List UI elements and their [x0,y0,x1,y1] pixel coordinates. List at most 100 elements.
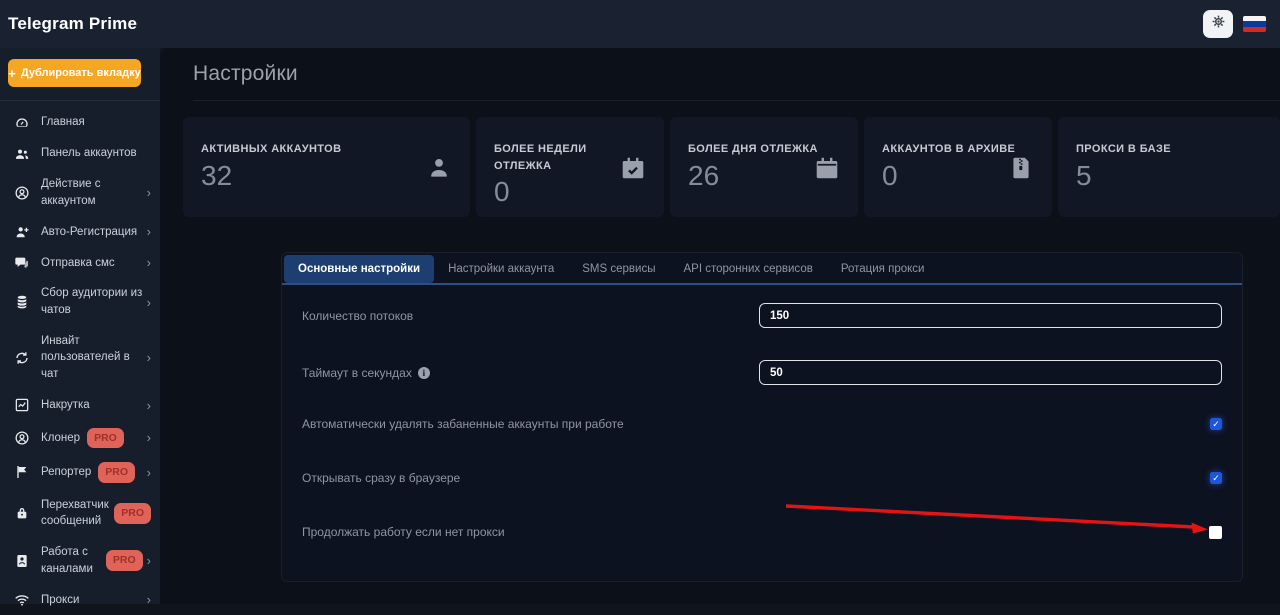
calendar-check-icon [620,155,646,186]
tab-nastroyki-akkaunta[interactable]: Настройки аккаунта [434,255,568,283]
field-label: Количество потоков [302,309,413,323]
chevron-right-icon: › [147,224,151,239]
field-label-text: Таймаут в секундах [302,366,412,380]
database-icon [13,294,30,311]
sidebar-item-label: Отправка смс [41,255,115,272]
sidebar-item-invait-polzovateley[interactable]: Инвайт пользователей в чат › [0,326,160,390]
tab-rotaciya-proksi[interactable]: Ротация прокси [827,255,939,283]
gear-icon [1211,14,1226,34]
pro-badge: PRO [114,503,151,524]
pro-badge: PRO [87,428,124,449]
users-icon [13,145,30,162]
stat-card-proxies: ПРОКСИ В БАЗЕ 5 [1058,117,1280,217]
timeout-seconds-input[interactable] [759,360,1222,385]
sidebar-item-panel-akkauntov[interactable]: Панель аккаунтов [0,138,160,169]
sidebar-item-label: Работа с каналами [41,544,106,577]
sidebar-item-label: Перехватчик сообщений [41,497,114,530]
russian-flag-language-switch[interactable] [1243,16,1266,32]
sidebar-item-nakrutka[interactable]: Накрутка › [0,390,160,421]
chat-icon [13,254,30,271]
continue-without-proxy-checkbox[interactable]: ✓ [1209,526,1222,539]
chevron-right-icon: › [147,255,151,270]
check-icon: ✓ [1212,420,1220,429]
page-header: Настройки [160,48,1280,100]
sidebar-item-label: Инвайт пользователей в чат [41,333,143,383]
stat-label: АКТИВНЫХ АККАУНТОВ [201,141,351,158]
sidebar-item-label: Действие с аккаунтом [41,176,143,209]
stats-row: АКТИВНЫХ АККАУНТОВ 32 БОЛЕЕ НЕДЕЛИ ОТЛЕЖ… [183,117,1280,217]
sidebar: + Дублировать вкладку Главная Панель акк… [0,48,160,604]
sidebar-item-kloner[interactable]: Клонер PRO › [0,421,160,456]
toggle-label: Автоматически удалять забаненные аккаунт… [302,417,624,431]
sidebar-item-avto-registraciya[interactable]: Авто-Регистрация › [0,216,160,247]
sidebar-item-label: Авто-Регистрация [41,224,137,241]
settings-tabs: Основные настройки Настройки аккаунта SM… [282,253,1242,285]
sidebar-item-otpravka-sms[interactable]: Отправка смс › [0,247,160,278]
stat-card-day-rest: БОЛЕЕ ДНЯ ОТЛЕЖКА 26 [670,117,858,217]
sidebar-item-glavnaya[interactable]: Главная [0,107,160,138]
sidebar-item-label: Главная [41,114,85,131]
chevron-right-icon: › [147,350,151,365]
threads-count-input[interactable] [759,303,1222,328]
info-icon[interactable]: i [418,367,430,379]
user-circle-icon [13,429,30,446]
chevron-right-icon: › [147,592,151,607]
page-title: Настройки [193,62,298,86]
stat-value: 32 [201,160,454,192]
main-panel: Настройки АКТИВНЫХ АККАУНТОВ 32 БОЛЕЕ НЕ… [160,48,1280,604]
stat-value: 5 [1076,160,1264,192]
person-icon [426,155,452,186]
sidebar-item-reporter[interactable]: Репортер PRO › [0,455,160,490]
sidebar-item-label: Прокси [41,592,79,609]
zip-file-icon [1008,155,1034,186]
chevron-right-icon: › [147,398,151,413]
journal-icon [13,552,30,569]
sidebar-item-proksi[interactable]: Прокси › [0,584,160,615]
tab-osnovnye-nastroyki[interactable]: Основные настройки [284,255,434,283]
autodelete-banned-checkbox[interactable]: ✓ [1210,418,1222,430]
field-label: Таймаут в секундах i [302,366,430,380]
sidebar-item-rabota-s-kanalami[interactable]: Работа с каналами PRO › [0,537,160,584]
sidebar-item-label: Накрутка [41,397,90,414]
stat-card-active-accounts: АКТИВНЫХ АККАУНТОВ 32 [183,117,470,217]
user-plus-icon [13,223,30,240]
user-circle-icon [13,184,30,201]
chevron-right-icon: › [147,295,151,310]
app-title: Telegram Prime [8,14,137,34]
chevron-right-icon: › [147,430,151,445]
toggle-row-open-in-browser: Открывать сразу в браузере ✓ [302,471,1222,485]
duplicate-tab-button[interactable]: + Дублировать вкладку [8,59,141,87]
toggle-row-autodelete-banned: Автоматически удалять забаненные аккаунт… [302,417,1222,431]
sidebar-item-label: Репортер [41,464,91,481]
pro-badge: PRO [98,462,135,483]
chevron-right-icon: › [147,185,151,200]
tab-sms-servisy[interactable]: SMS сервисы [568,255,669,283]
stat-card-week-rest: БОЛЕЕ НЕДЕЛИ ОТЛЕЖКА 0 [476,117,664,217]
form-row-threads: Количество потоков [302,303,1222,328]
lock-icon [13,505,30,522]
plus-icon: + [8,66,16,81]
settings-card: Основные настройки Настройки аккаунта SM… [281,252,1243,582]
duplicate-tab-label: Дублировать вкладку [21,67,141,79]
sidebar-item-label: Панель аккаунтов [41,145,137,162]
settings-button[interactable] [1203,10,1233,38]
sidebar-item-sbor-auditorii[interactable]: Сбор аудитории из чатов › [0,278,160,325]
settings-form: Количество потоков Таймаут в секундах i … [282,285,1242,539]
open-in-browser-checkbox[interactable]: ✓ [1210,472,1222,484]
sidebar-item-label: Клонер [41,430,80,447]
sidebar-nav: Главная Панель аккаунтов Действие с акка… [0,101,160,615]
toggle-label: Продолжать работу если нет прокси [302,525,505,539]
sidebar-item-deystvie-s-akkauntom[interactable]: Действие с аккаунтом › [0,169,160,216]
chevron-right-icon: › [147,553,151,568]
header-divider [193,100,1280,101]
sidebar-top: + Дублировать вкладку [0,48,160,101]
wifi-icon [13,591,30,608]
sidebar-item-label: Сбор аудитории из чатов [41,285,143,318]
sidebar-item-perehvatchik[interactable]: Перехватчик сообщений PRO [0,490,160,537]
stat-card-archived-accounts: АККАУНТОВ В АРХИВЕ 0 [864,117,1052,217]
sync-icon [13,349,30,366]
stat-label: ПРОКСИ В БАЗЕ [1076,141,1226,158]
flag-icon [13,464,30,481]
chart-icon [13,397,30,414]
tab-api-storonnih-servisov[interactable]: API сторонних сервисов [669,255,826,283]
